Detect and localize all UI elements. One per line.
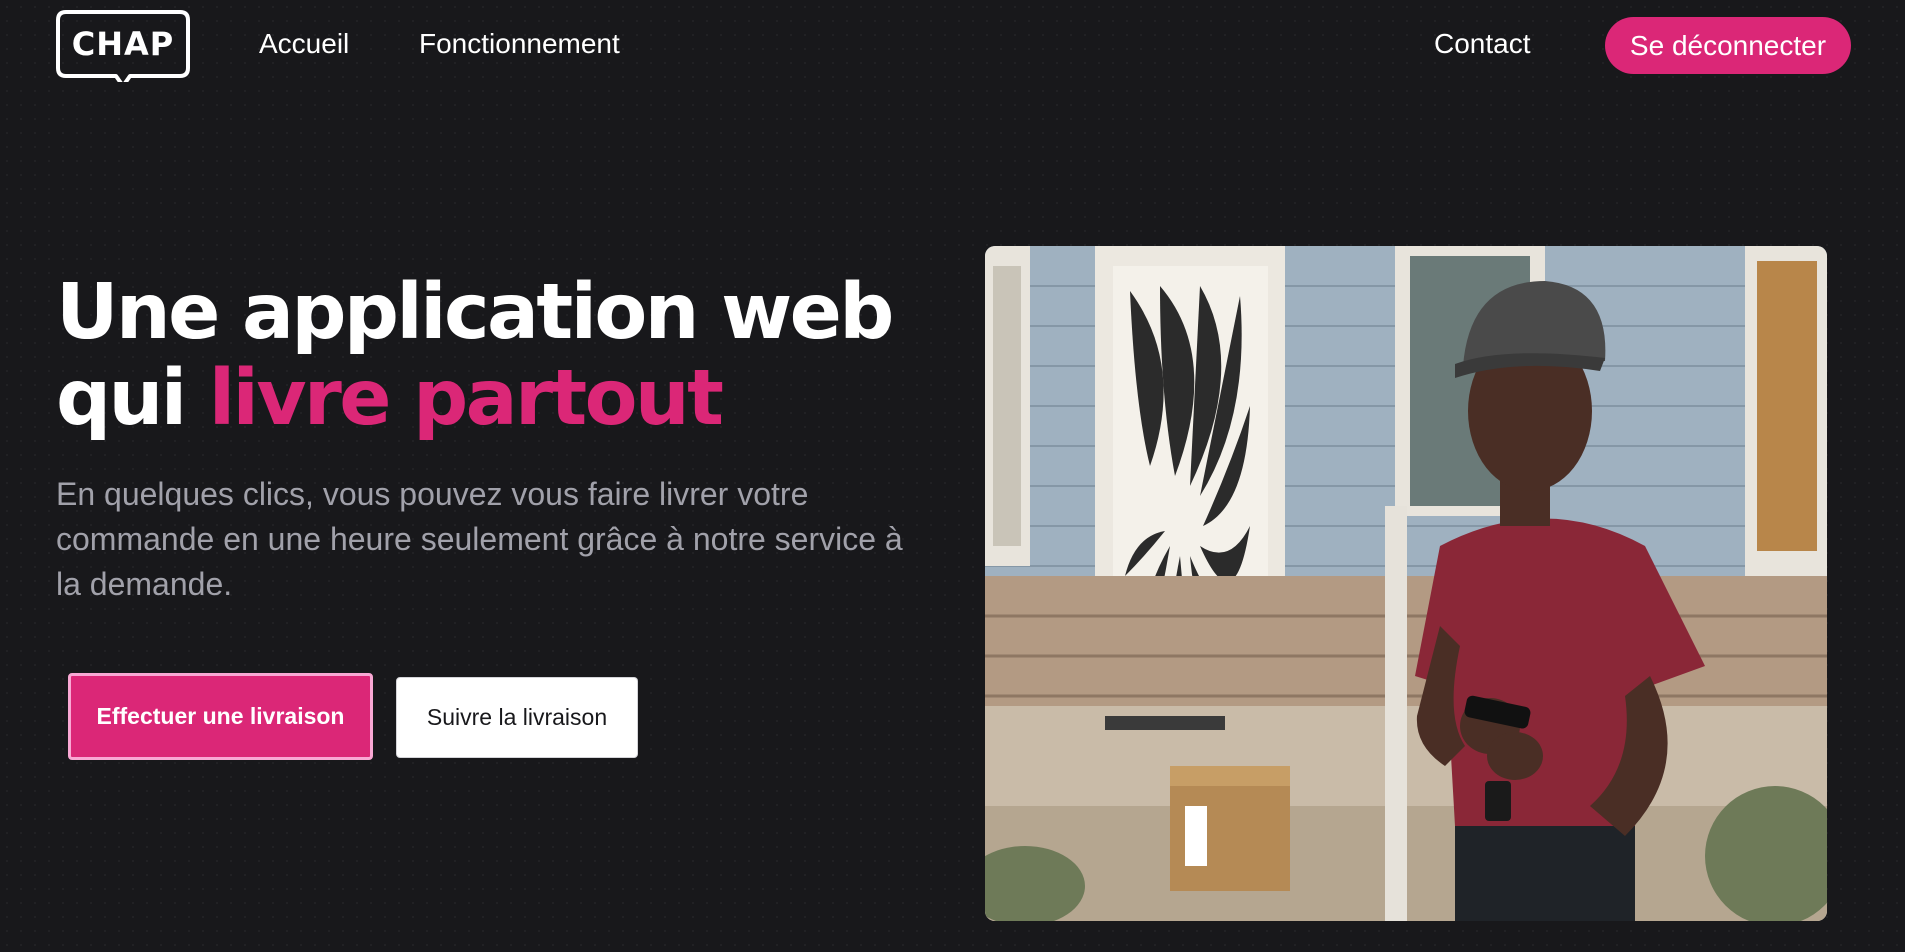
nav-link-fonctionnement[interactable]: Fonctionnement <box>419 28 620 60</box>
hero-image <box>985 246 1827 921</box>
nav-link-accueil[interactable]: Accueil <box>259 28 349 60</box>
logo-text: CHAP <box>72 25 174 63</box>
make-delivery-button[interactable]: Effectuer une livraison <box>68 673 373 760</box>
track-delivery-button[interactable]: Suivre la livraison <box>396 677 638 758</box>
nav-link-contact[interactable]: Contact <box>1434 28 1531 60</box>
chap-logo-icon: CHAP <box>56 10 190 88</box>
hero-title-line2-prefix: qui <box>56 354 209 443</box>
hero-subtitle: En quelques clics, vous pouvez vous fair… <box>56 476 903 602</box>
landing-page: CHAP Accueil Fonctionnement Contact Se d… <box>0 0 1905 952</box>
delivery-man-image <box>985 246 1827 921</box>
hero-title: Une application web qui livre partout <box>56 268 894 443</box>
chap-logo[interactable]: CHAP <box>56 10 190 88</box>
hero-title-accent: livre partout <box>208 354 724 443</box>
hero-title-line1: Une application web <box>56 268 894 357</box>
logout-button[interactable]: Se déconnecter <box>1605 17 1851 74</box>
